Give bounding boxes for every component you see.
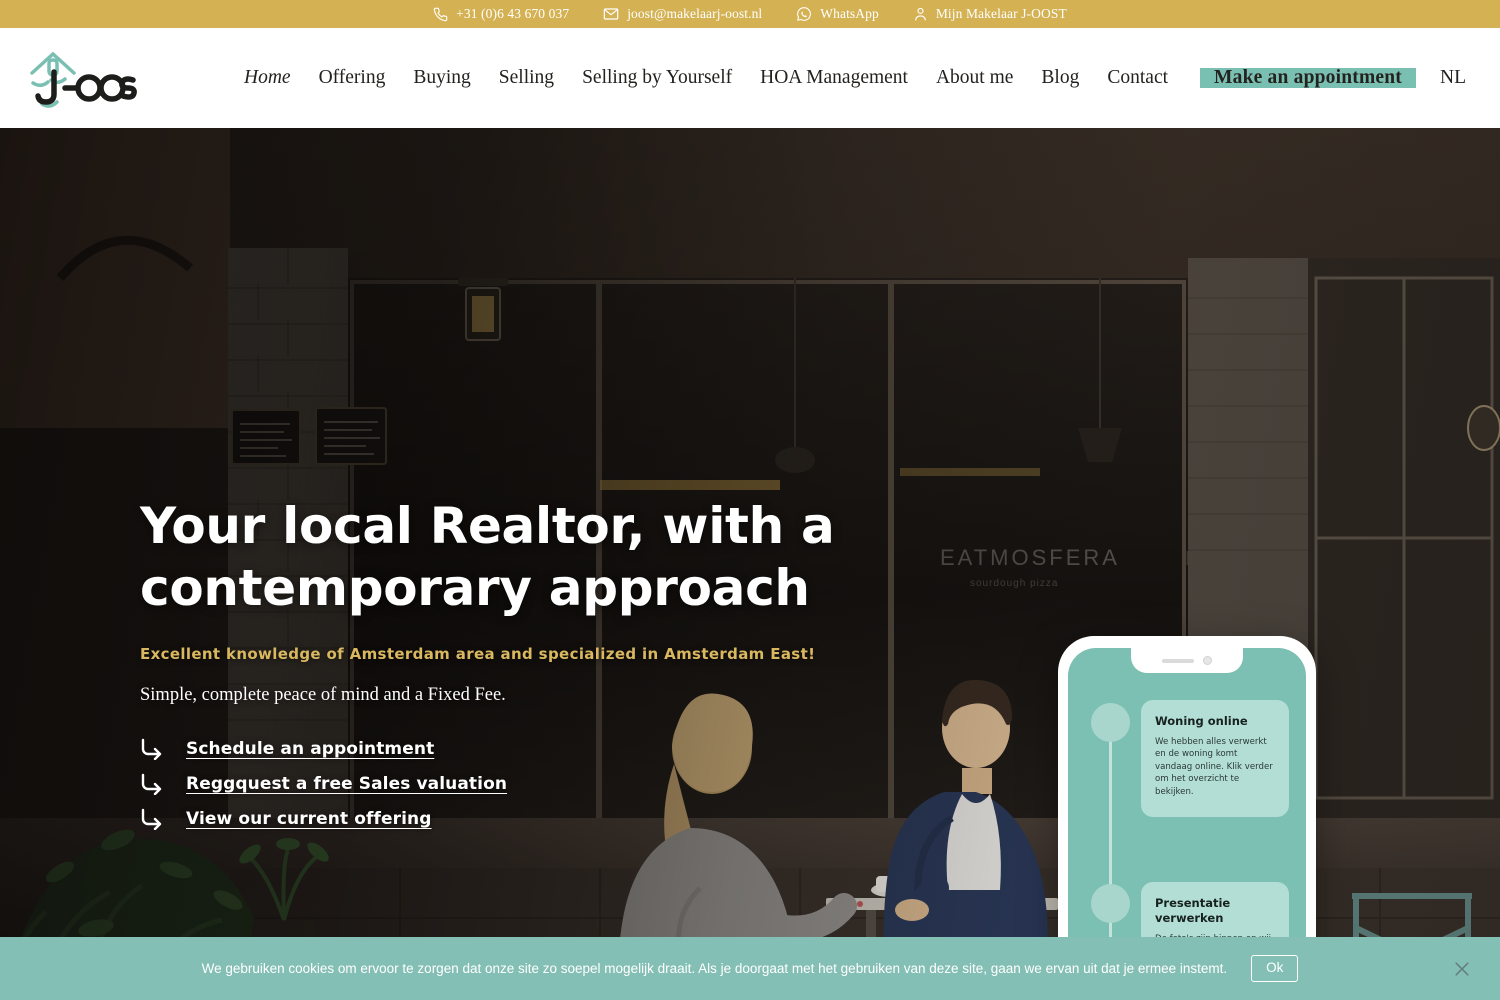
nav-item-offering[interactable]: Offering [305, 68, 400, 88]
topbar-email-link[interactable]: joost@makelaarj-oost.nl [603, 6, 762, 22]
whatsapp-icon [796, 6, 812, 22]
hero-link-label: Reggquest a free Sales valuation [186, 774, 508, 794]
nav-item-selling[interactable]: Selling [485, 68, 568, 88]
nav-item-about-me[interactable]: About me [922, 68, 1027, 88]
logo-link[interactable] [22, 42, 140, 114]
phone-notch [1131, 648, 1243, 673]
nav-item-contact[interactable]: Contact [1093, 68, 1182, 88]
hero-section: EATMOSFERA sourdough pizza EATM SFERA [0, 128, 1500, 1000]
main-navigation: Home Offering Buying Selling Selling by … [140, 68, 1480, 88]
nav-item-blog[interactable]: Blog [1027, 68, 1093, 88]
phone-speaker-bar [1162, 658, 1194, 663]
hero-content: Your local Realtor, with a contemporary … [140, 495, 900, 830]
cookie-message: We gebruiken cookies om ervoor te zorgen… [201, 961, 1228, 976]
cookie-ok-button[interactable]: Ok [1251, 955, 1299, 982]
site-header: Home Offering Buying Selling Selling by … [0, 28, 1500, 128]
hero-link-label: View our current offering [186, 809, 432, 829]
topbar-email-label: joost@makelaarj-oost.nl [627, 6, 763, 21]
top-utility-bar: +31 (0)6 43 670 037 joost@makelaarj-oost… [0, 0, 1500, 28]
arrow-hook-icon [141, 738, 162, 760]
phone-camera-dot [1203, 656, 1212, 665]
nav-item-hoa-management[interactable]: HOA Management [746, 68, 922, 88]
language-switcher-nl[interactable]: NL [1426, 68, 1480, 88]
envelope-icon [603, 6, 619, 22]
hero-tagline: Simple, complete peace of mind and a Fix… [140, 685, 506, 705]
j-oost-logo-icon [30, 51, 137, 108]
hero-subheading: Excellent knowledge of Amsterdam area an… [140, 645, 816, 663]
hero-link-sales-valuation[interactable]: Reggquest a free Sales valuation [140, 773, 900, 795]
nav-item-home[interactable]: Home [230, 68, 305, 88]
hero-heading: Your local Realtor, with a contemporary … [140, 497, 835, 617]
close-icon[interactable] [1452, 959, 1472, 979]
topbar-whatsapp-link[interactable]: WhatsApp [796, 6, 879, 22]
make-an-appointment-button[interactable]: Make an appointment [1200, 68, 1416, 88]
timeline-dot [1091, 884, 1130, 923]
hero-link-list: Schedule an appointment Reggquest a free… [140, 738, 900, 830]
cookie-consent-banner: We gebruiken cookies om ervoor te zorgen… [0, 937, 1500, 1000]
timeline-dot [1091, 703, 1130, 742]
phone-icon [433, 7, 448, 22]
hero-link-schedule-appointment[interactable]: Schedule an appointment [140, 738, 900, 760]
topbar-whatsapp-label: WhatsApp [820, 6, 879, 21]
phone-card-woning-online[interactable]: Woning online We hebben alles verwerkt e… [1141, 700, 1289, 817]
phone-card-body: We hebben alles verwerkt en de woning ko… [1155, 736, 1273, 797]
hero-link-label: Schedule an appointment [186, 739, 435, 759]
phone-card-title: Woning online [1155, 714, 1248, 728]
hero-link-current-offering[interactable]: View our current offering [140, 808, 900, 830]
arrow-hook-icon [141, 808, 162, 830]
user-icon [913, 6, 928, 22]
phone-card-title: Presentatie verwerken [1155, 896, 1231, 925]
topbar-phone-link[interactable]: +31 (0)6 43 670 037 [433, 6, 569, 22]
topbar-account-link[interactable]: Mijn Makelaar J-OOST [913, 6, 1067, 22]
arrow-hook-icon [141, 773, 162, 795]
topbar-account-label: Mijn Makelaar J-OOST [935, 6, 1067, 21]
nav-item-selling-by-yourself[interactable]: Selling by Yourself [568, 68, 746, 88]
nav-item-buying[interactable]: Buying [399, 68, 484, 88]
topbar-phone-label: +31 (0)6 43 670 037 [456, 6, 570, 21]
